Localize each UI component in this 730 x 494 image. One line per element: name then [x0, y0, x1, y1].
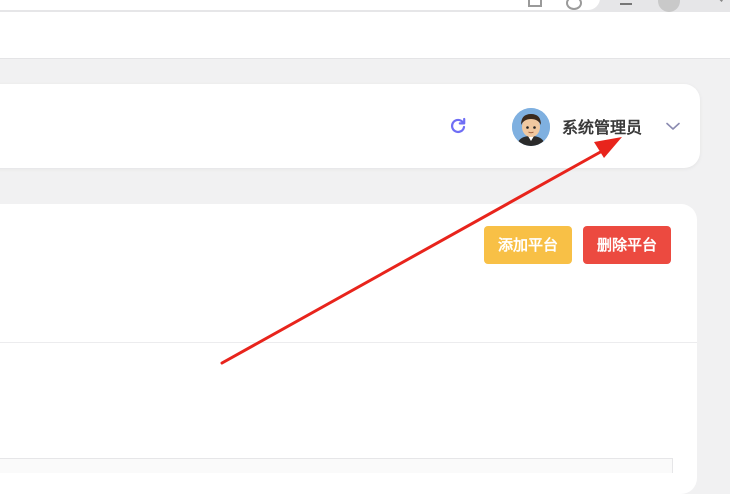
close-icon[interactable]	[713, 0, 723, 2]
user-avatar[interactable]	[512, 108, 550, 146]
delete-platform-button[interactable]: 删除平台	[583, 226, 671, 264]
add-platform-button[interactable]: 添加平台	[484, 226, 572, 264]
user-name[interactable]: 系统管理员	[562, 116, 642, 140]
avatar-image	[512, 108, 550, 146]
address-bar[interactable]	[0, 0, 600, 10]
refresh-icon[interactable]	[448, 116, 468, 136]
profile-icon[interactable]	[658, 0, 680, 12]
tab-strip	[0, 12, 730, 59]
minimize-icon[interactable]	[620, 0, 632, 5]
download-icon[interactable]	[528, 0, 542, 7]
table-header	[0, 458, 673, 473]
section-divider	[0, 342, 697, 343]
browser-toolbar	[0, 0, 730, 12]
chevron-down-icon[interactable]	[664, 117, 682, 135]
